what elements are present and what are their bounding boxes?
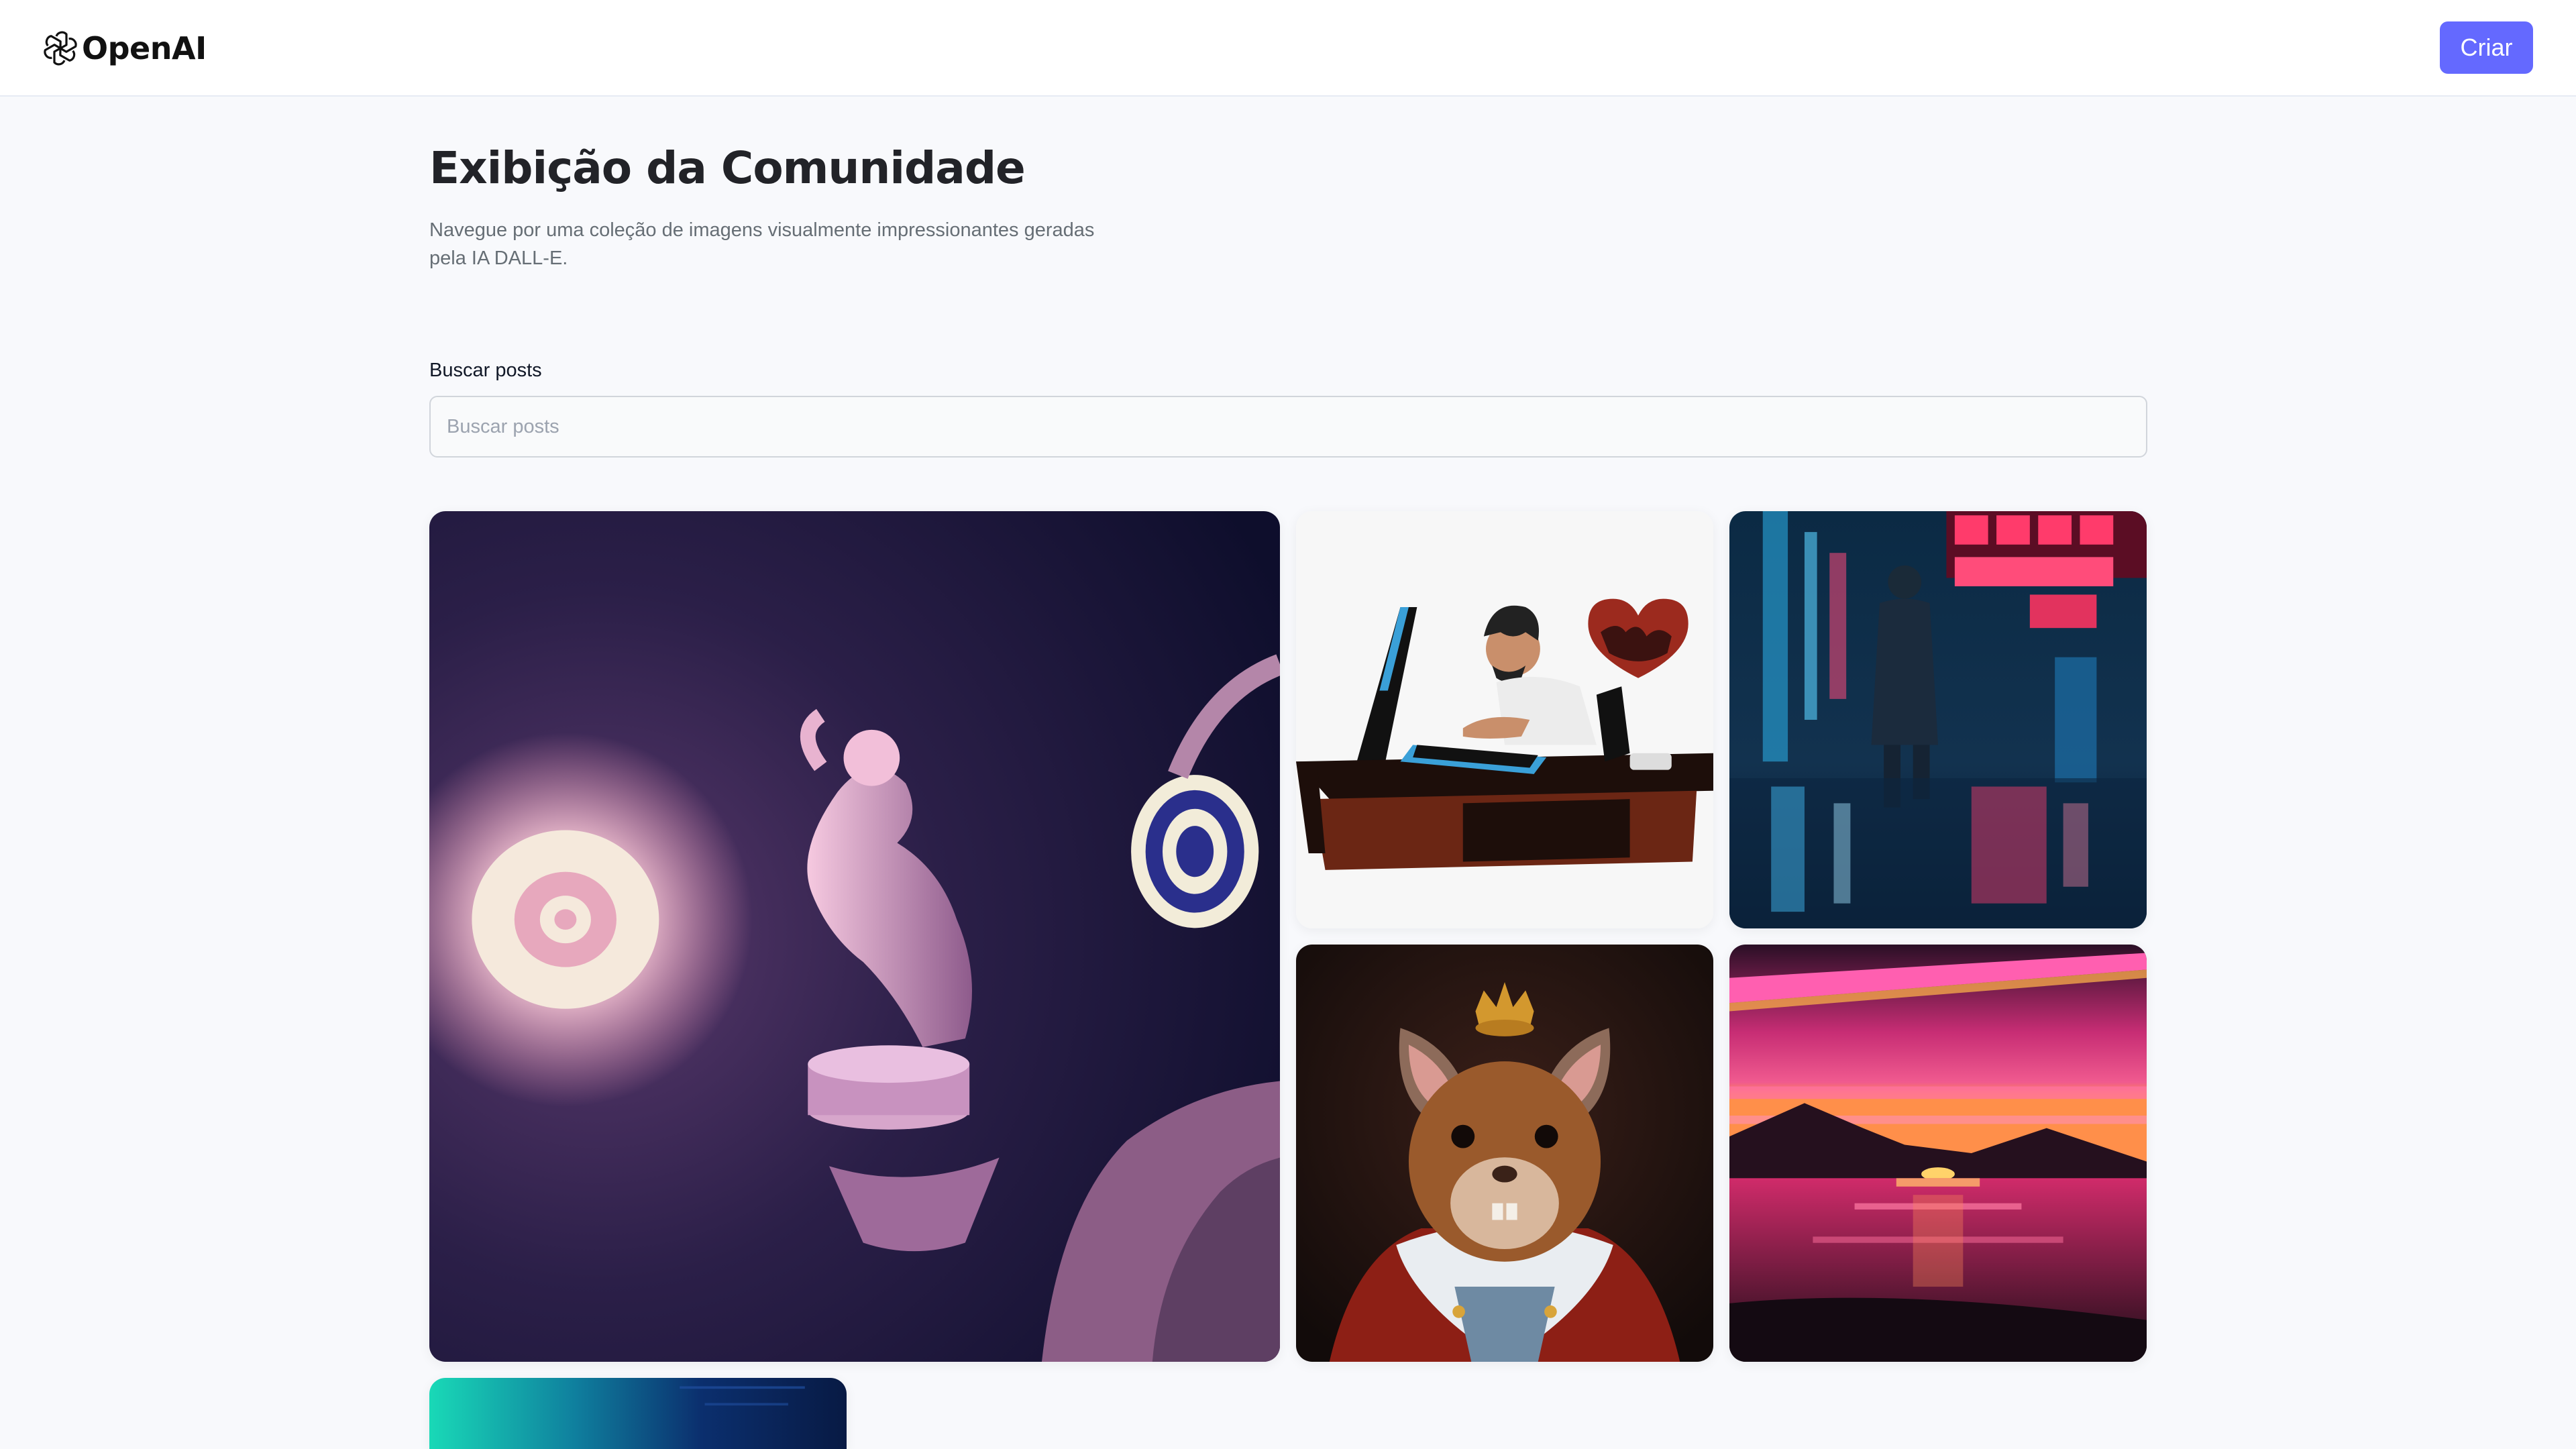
logo-text: OpenAI [82, 30, 207, 66]
rainy-neon-street-image[interactable] [1729, 511, 2147, 928]
openai-logo-link[interactable]: OpenAI [42, 28, 207, 68]
man-at-computer-image[interactable] [1296, 511, 1713, 928]
crowned-hamster-image[interactable] [1296, 945, 1713, 1362]
search-label: Buscar posts [429, 360, 542, 381]
create-button[interactable]: Criar [2440, 21, 2533, 74]
page-title: Exibição da Comunidade [429, 142, 1026, 194]
search-input[interactable] [429, 396, 2147, 458]
figurine-glow-image[interactable] [429, 511, 1280, 1362]
top-header: OpenAI Criar [0, 0, 2576, 97]
openai-logo-icon [44, 31, 77, 66]
teal-gradient-image[interactable] [429, 1378, 847, 1449]
pink-sunset-lake-image[interactable] [1729, 945, 2147, 1362]
page-subtitle: Navegue por uma coleção de imagens visua… [429, 219, 1095, 269]
